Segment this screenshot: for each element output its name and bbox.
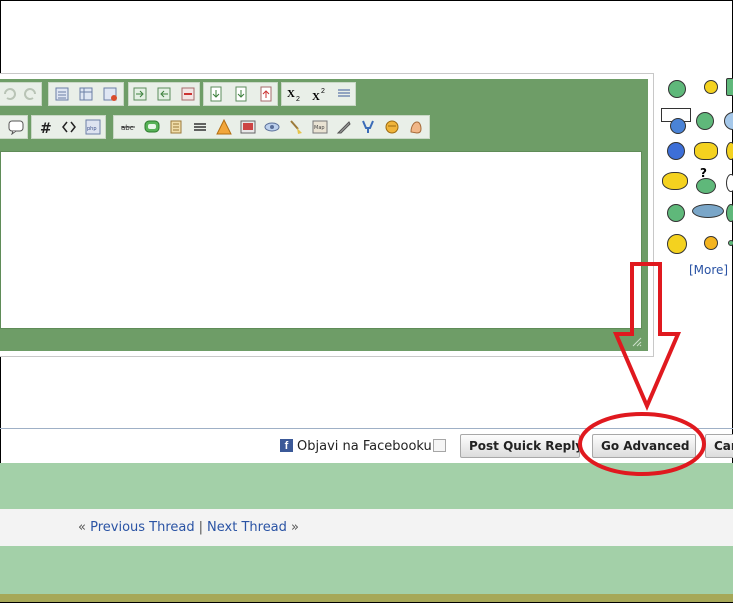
annotation-arrow-icon (612, 262, 682, 412)
annotation-ellipse-icon (578, 412, 706, 476)
annotation-overlay (578, 262, 706, 476)
